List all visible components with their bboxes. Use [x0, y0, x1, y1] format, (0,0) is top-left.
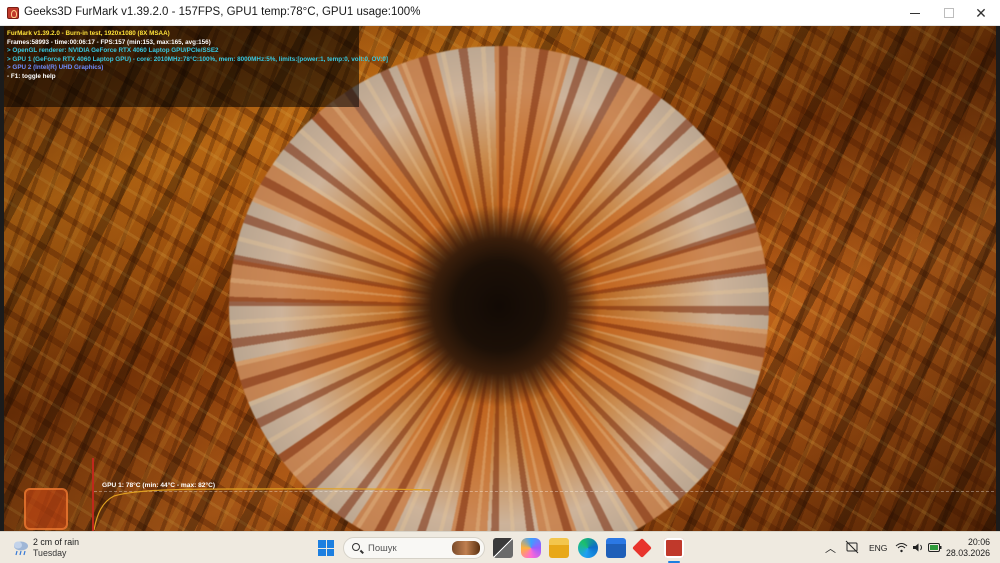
clock-date[interactable]: 28.03.2026: [942, 548, 990, 558]
clock-time[interactable]: 20:06: [950, 537, 990, 547]
chevron-up-icon[interactable]: ︿: [825, 540, 836, 556]
search-icon: [352, 543, 360, 551]
osd-line-help: - F1: toggle help: [7, 72, 56, 80]
furmark-app-icon[interactable]: [7, 7, 19, 19]
close-button[interactable]: ✕: [964, 0, 998, 26]
osd-text: FurMark v1.39.2.0 - Burn-in test, 1920x1…: [7, 30, 388, 82]
volume-icon[interactable]: [912, 542, 925, 553]
osd-line-gpu1: > GPU 1 (GeForce RTX 4060 Laptop GPU) - …: [7, 55, 388, 63]
taskbar-search[interactable]: Пошук: [343, 537, 485, 559]
weather-summary[interactable]: 2 cm of rain: [33, 537, 79, 547]
start-button[interactable]: [318, 540, 334, 556]
wifi-icon[interactable]: [895, 542, 908, 553]
window-titlebar[interactable]: Geeks3D FurMark v1.39.2.0 - 157FPS, GPU1…: [0, 0, 1000, 26]
notifications-off-icon[interactable]: [845, 540, 859, 554]
microsoft-store-icon[interactable]: [606, 538, 626, 558]
furmark-taskbar-icon[interactable]: [664, 538, 684, 558]
battery-charging-icon[interactable]: [928, 543, 942, 552]
osd-line-frames: Frames:58993 - time:00:06:17 - FPS:157 (…: [7, 38, 211, 46]
task-view-icon[interactable]: [493, 538, 513, 558]
osd-line-gpu2: > GPU 2 (Intel(R) UHD Graphics): [7, 64, 104, 72]
weather-day[interactable]: Tuesday: [33, 548, 66, 558]
anydesk-icon[interactable]: [632, 538, 652, 558]
maximize-button[interactable]: [932, 0, 966, 26]
rain-cloud-icon[interactable]: [12, 539, 30, 557]
window-title: Geeks3D FurMark v1.39.2.0 - 157FPS, GPU1…: [24, 6, 421, 18]
osd-line-title: FurMark v1.39.2.0 - Burn-in test, 1920x1…: [7, 30, 170, 37]
file-explorer-icon[interactable]: [549, 538, 569, 558]
osd-line-renderer: > OpenGL renderer: NVIDIA GeForce RTX 40…: [7, 47, 219, 55]
furmark-overlay-icon: [24, 488, 68, 530]
copilot-icon[interactable]: [521, 538, 541, 558]
search-placeholder: Пошук: [368, 543, 397, 554]
minimize-button[interactable]: [898, 0, 932, 26]
search-highlight-image: [452, 541, 480, 555]
language-indicator[interactable]: ENG: [869, 543, 887, 553]
taskbar: 2 cm of rain Tuesday Пошук ︿ ENG 20:06 2…: [0, 531, 1000, 563]
edge-icon[interactable]: [578, 538, 598, 558]
temperature-curve: [94, 488, 431, 531]
